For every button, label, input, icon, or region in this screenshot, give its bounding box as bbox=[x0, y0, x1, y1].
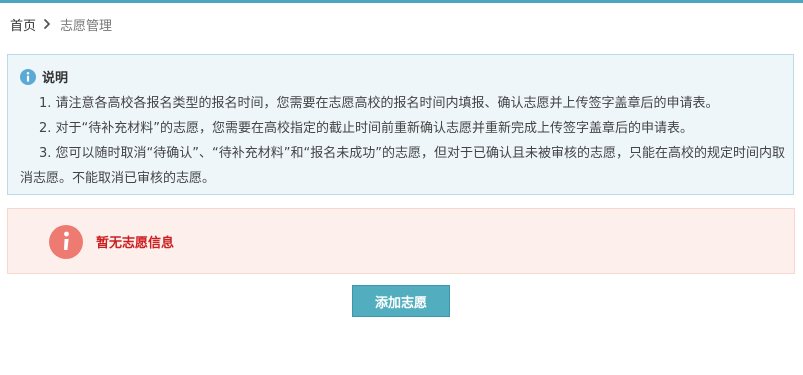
breadcrumb-current: 志愿管理 bbox=[60, 18, 113, 34]
instruction-item: 3. 您可以随时取消“待确认”、“待补充材料”和“报名未成功”的志愿，但对于已确… bbox=[20, 146, 785, 186]
instructions-list: 1. 请注意各高校各报名类型的报名时间，您需要在志愿高校的报名时间内填报、确认志… bbox=[20, 91, 786, 191]
instruction-item: 2. 对于“待补充材料”的志愿，您需要在高校指定的截止时间前重新确认志愿并重新完… bbox=[39, 121, 694, 136]
chevron-right-icon bbox=[42, 18, 52, 30]
instructions-panel: 说明 1. 请注意各高校各报名类型的报名时间，您需要在志愿高校的报名时间内填报、… bbox=[7, 54, 794, 195]
info-icon bbox=[20, 68, 36, 85]
breadcrumb: 首页 志愿管理 bbox=[10, 14, 112, 34]
instruction-item: 1. 请注意各高校各报名类型的报名时间，您需要在志愿高校的报名时间内填报、确认志… bbox=[39, 96, 719, 111]
instructions-title: 说明 bbox=[42, 71, 69, 86]
alert-info-icon bbox=[49, 225, 83, 259]
empty-state-message: 暂无志愿信息 bbox=[96, 236, 175, 251]
instructions-header: 说明 bbox=[20, 67, 68, 86]
top-accent-bar bbox=[0, 0, 803, 3]
breadcrumb-home-link[interactable]: 首页 bbox=[10, 15, 36, 34]
add-preference-button[interactable]: 添加志愿 bbox=[352, 285, 450, 317]
empty-state-alert: 暂无志愿信息 bbox=[7, 208, 795, 274]
